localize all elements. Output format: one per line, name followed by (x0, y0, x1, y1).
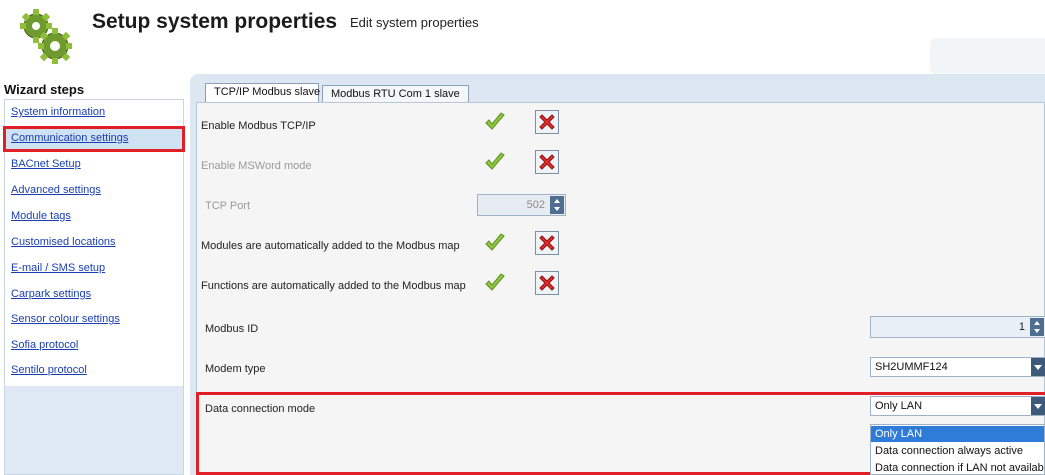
functions-auto-cross-icon[interactable] (535, 271, 559, 295)
functions-auto-check-icon[interactable] (483, 271, 507, 295)
modbus-id-spin-icon[interactable] (1030, 318, 1044, 336)
modules-auto-label: Modules are automatically added to the M… (201, 240, 460, 252)
page-subtitle: Edit system properties (350, 15, 479, 30)
page-title: Setup system properties (92, 10, 338, 33)
header-band (930, 38, 1045, 74)
wizard-step-communication-settings[interactable]: Communication settings (11, 132, 128, 144)
modbus-id-stepper[interactable]: 1 (870, 316, 1045, 338)
wizard-step-advanced-settings[interactable]: Advanced settings (11, 184, 101, 196)
wizard-steps-panel: System information Communication setting… (3, 99, 185, 475)
tcp-port-stepper[interactable]: 502 (477, 194, 566, 216)
enable-tcpip-cross-icon[interactable] (535, 110, 559, 134)
modbus-id-label: Modbus ID (205, 323, 259, 335)
wizard-step-sensor-colour-settings[interactable]: Sensor colour settings (11, 313, 120, 325)
wizard-step-module-tags[interactable]: Module tags (11, 210, 71, 222)
enable-tcpip-check-icon[interactable] (483, 110, 507, 134)
wizard-step-system-information[interactable]: System information (11, 106, 105, 118)
wizard-step-customised-locations[interactable]: Customised locations (11, 236, 116, 248)
gears-icon (14, 6, 76, 66)
wizard-step-carpark-settings[interactable]: Carpark settings (11, 288, 91, 300)
option-always-active[interactable]: Data connection always active (871, 443, 1044, 459)
data-connection-options: Only LAN Data connection always active D… (870, 424, 1045, 475)
tcp-port-label: TCP Port (205, 200, 251, 212)
wizard-step-email-sms-setup[interactable]: E-mail / SMS setup (11, 262, 105, 274)
enable-msword-cross-icon[interactable] (535, 150, 559, 174)
modem-type-select[interactable]: SH2UMMF124 (870, 357, 1045, 377)
modem-type-value: SH2UMMF124 (875, 361, 948, 373)
wizard-step-sentilo-protocol[interactable]: Sentilo protocol (11, 364, 87, 376)
wizard-step-sofia-protocol[interactable]: Sofia protocol (11, 339, 78, 351)
modules-auto-check-icon[interactable] (483, 231, 507, 255)
modem-type-label: Modem type (205, 363, 266, 375)
enable-tcpip-label: Enable Modbus TCP/IP (201, 120, 316, 132)
option-if-lan-not-available[interactable]: Data connection if LAN not availabl (871, 460, 1044, 474)
enable-msword-label: Enable MSWord mode (201, 160, 312, 172)
option-only-lan[interactable]: Only LAN (871, 426, 1044, 442)
wizard-steps-list: System information Communication setting… (3, 100, 185, 386)
tcp-port-spin-icon[interactable] (550, 196, 564, 214)
tcp-port-value: 502 (526, 199, 545, 211)
wizard-steps-title: Wizard steps (4, 82, 85, 97)
functions-auto-label: Functions are automatically added to the… (201, 280, 466, 292)
enable-msword-check-icon[interactable] (483, 150, 507, 174)
wizard-step-bacnet-setup[interactable]: BACnet Setup (11, 158, 81, 170)
modules-auto-cross-icon[interactable] (535, 231, 559, 255)
modbus-id-value: 1 (1018, 321, 1025, 333)
tab-modbus-rtu-com1-slave[interactable]: Modbus RTU Com 1 slave (322, 85, 469, 103)
modem-type-dropdown-icon[interactable] (1031, 358, 1045, 376)
tab-tcpip-modbus-slave[interactable]: TCP/IP Modbus slave (205, 83, 320, 103)
